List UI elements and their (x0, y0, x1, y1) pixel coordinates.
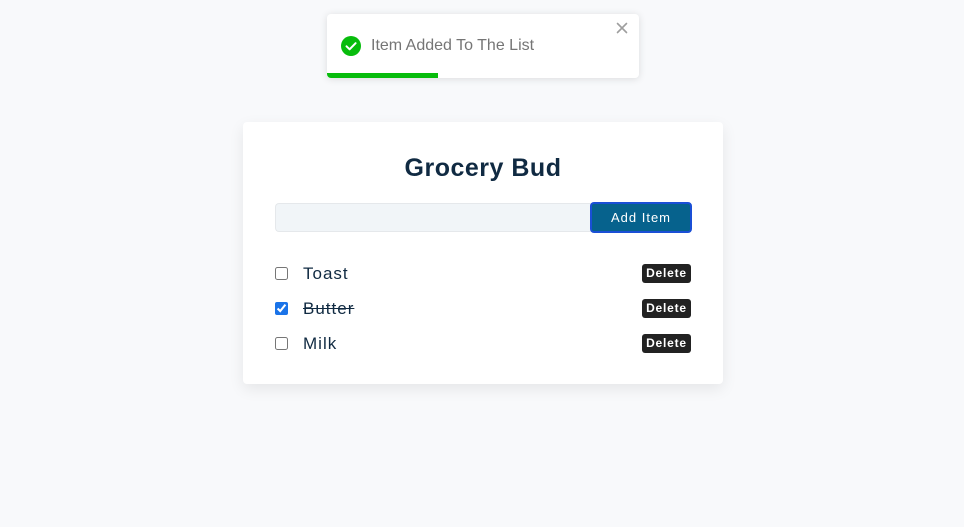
delete-button[interactable]: Delete (642, 264, 691, 283)
list-item: Butter Delete (275, 297, 691, 321)
item-name: Milk (303, 334, 338, 353)
toast-progress-bar (327, 73, 438, 78)
check-circle-icon (341, 36, 361, 56)
list-item: Milk Delete (275, 332, 691, 356)
toast-notification: Item Added To The List (327, 14, 639, 78)
page-title: Grocery Bud (404, 154, 562, 182)
delete-button[interactable]: Delete (642, 334, 691, 353)
item-checkbox[interactable] (275, 337, 288, 350)
list-item: Toast Delete (275, 262, 691, 286)
close-icon[interactable] (615, 21, 629, 35)
item-checkbox[interactable] (275, 267, 288, 280)
item-name: Butter (303, 299, 355, 318)
item-checkbox[interactable] (275, 302, 288, 315)
toast-message: Item Added To The List (371, 37, 535, 54)
grocery-card: Grocery Bud Add Item Toast Delete Butter… (243, 122, 723, 384)
item-name: Toast (303, 264, 349, 283)
add-item-button[interactable]: Add Item (590, 202, 692, 233)
grocery-input[interactable] (275, 203, 595, 232)
delete-button[interactable]: Delete (642, 299, 691, 318)
